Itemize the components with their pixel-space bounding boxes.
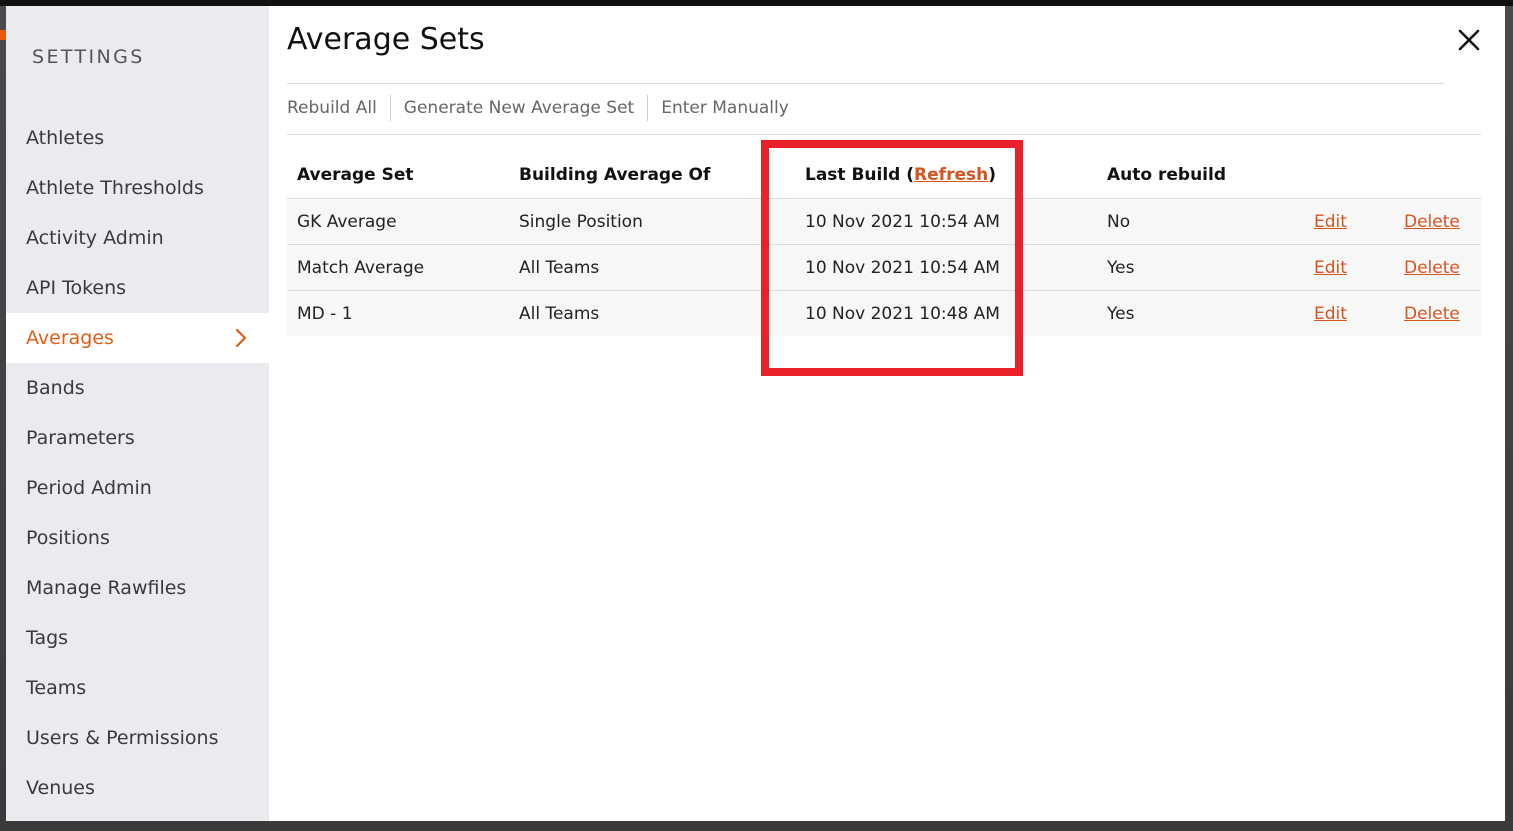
settings-sidebar: SETTINGS Athletes Athlete Thresholds Act… bbox=[6, 6, 269, 821]
toolbar-divider bbox=[287, 134, 1481, 135]
sidebar-item-label: Parameters bbox=[26, 427, 135, 449]
sidebar-item-positions[interactable]: Positions bbox=[6, 513, 269, 563]
sidebar-item-label: API Tokens bbox=[26, 277, 127, 299]
header-auto-rebuild: Auto rebuild bbox=[1097, 152, 1304, 199]
cell-last-build: 10 Nov 2021 10:54 AM bbox=[791, 244, 1097, 291]
cell-average-set: MD - 1 bbox=[287, 290, 509, 336]
sidebar-item-parameters[interactable]: Parameters bbox=[6, 413, 269, 463]
header-last-build-prefix: Last Build ( bbox=[805, 165, 915, 185]
title-divider bbox=[287, 83, 1444, 84]
page-title: Average Sets bbox=[287, 22, 485, 57]
cell-auto-rebuild: Yes bbox=[1097, 290, 1304, 336]
sidebar-item-period-admin[interactable]: Period Admin bbox=[6, 463, 269, 513]
sidebar-item-label: Bands bbox=[26, 377, 85, 399]
cell-edit: Edit bbox=[1304, 198, 1394, 245]
header-edit bbox=[1304, 152, 1394, 199]
sidebar-item-label: Period Admin bbox=[26, 477, 152, 499]
table-row: Match Average All Teams 10 Nov 2021 10:5… bbox=[287, 244, 1481, 291]
delete-link[interactable]: Delete bbox=[1404, 304, 1460, 324]
table-row: GK Average Single Position 10 Nov 2021 1… bbox=[287, 198, 1481, 245]
toolbar-separator bbox=[389, 95, 391, 121]
sidebar-title: SETTINGS bbox=[32, 46, 145, 68]
cell-average-set: GK Average bbox=[287, 198, 509, 245]
sidebar-item-api-tokens[interactable]: API Tokens bbox=[6, 263, 269, 313]
sidebar-item-label: Activity Admin bbox=[26, 227, 164, 249]
average-sets-table: Average Set Building Average Of Last Bui… bbox=[287, 152, 1481, 336]
enter-manually-button[interactable]: Enter Manually bbox=[661, 98, 789, 118]
edit-link[interactable]: Edit bbox=[1314, 304, 1347, 324]
cell-edit: Edit bbox=[1304, 290, 1394, 336]
header-last-build-suffix: ) bbox=[988, 165, 996, 185]
edit-link[interactable]: Edit bbox=[1314, 258, 1347, 278]
cell-auto-rebuild: No bbox=[1097, 198, 1304, 245]
delete-link[interactable]: Delete bbox=[1404, 258, 1460, 278]
sidebar-item-athletes[interactable]: Athletes bbox=[6, 113, 269, 163]
cell-delete: Delete bbox=[1394, 290, 1481, 336]
sidebar-item-teams[interactable]: Teams bbox=[6, 663, 269, 713]
sidebar-item-manage-rawfiles[interactable]: Manage Rawfiles bbox=[6, 563, 269, 613]
toolbar: Rebuild All Generate New Average Set Ent… bbox=[287, 94, 789, 122]
cell-edit: Edit bbox=[1304, 244, 1394, 291]
close-button[interactable] bbox=[1457, 28, 1481, 52]
chevron-right-icon bbox=[235, 313, 247, 363]
generate-new-average-set-button[interactable]: Generate New Average Set bbox=[404, 98, 634, 118]
cell-last-build: 10 Nov 2021 10:48 AM bbox=[791, 290, 1097, 336]
cell-building-average-of: All Teams bbox=[509, 290, 791, 336]
cell-delete: Delete bbox=[1394, 244, 1481, 291]
sidebar-item-venues[interactable]: Venues bbox=[6, 763, 269, 813]
delete-link[interactable]: Delete bbox=[1404, 212, 1460, 232]
refresh-link[interactable]: Refresh bbox=[914, 165, 988, 185]
header-building-average-of: Building Average Of bbox=[509, 152, 791, 199]
sidebar-item-label: Venues bbox=[26, 777, 95, 799]
cell-building-average-of: All Teams bbox=[509, 244, 791, 291]
close-icon bbox=[1458, 29, 1480, 51]
header-average-set: Average Set bbox=[287, 152, 509, 199]
sidebar-item-label: Averages bbox=[26, 327, 114, 349]
toolbar-separator bbox=[647, 95, 649, 121]
sidebar-item-label: Users & Permissions bbox=[26, 727, 219, 749]
sidebar-item-users-permissions[interactable]: Users & Permissions bbox=[6, 713, 269, 763]
header-last-build: Last Build (Refresh) bbox=[791, 152, 1097, 199]
header-delete bbox=[1394, 152, 1481, 199]
table-header-row: Average Set Building Average Of Last Bui… bbox=[287, 152, 1481, 199]
cell-last-build: 10 Nov 2021 10:54 AM bbox=[791, 198, 1097, 245]
cell-average-set: Match Average bbox=[287, 244, 509, 291]
sidebar-item-label: Athlete Thresholds bbox=[26, 177, 204, 199]
cell-building-average-of: Single Position bbox=[509, 198, 791, 245]
table-row: MD - 1 All Teams 10 Nov 2021 10:48 AM Ye… bbox=[287, 290, 1481, 336]
settings-modal: SETTINGS Athletes Athlete Thresholds Act… bbox=[6, 6, 1505, 821]
sidebar-item-label: Manage Rawfiles bbox=[26, 577, 187, 599]
sidebar-nav: Athletes Athlete Thresholds Activity Adm… bbox=[6, 113, 269, 813]
sidebar-item-averages[interactable]: Averages bbox=[6, 313, 269, 363]
sidebar-item-label: Athletes bbox=[26, 127, 105, 149]
sidebar-item-bands[interactable]: Bands bbox=[6, 363, 269, 413]
sidebar-item-label: Positions bbox=[26, 527, 110, 549]
main-panel: Average Sets Rebuild All Generate New Av… bbox=[269, 6, 1505, 821]
sidebar-item-label: Teams bbox=[26, 677, 87, 699]
sidebar-item-athlete-thresholds[interactable]: Athlete Thresholds bbox=[6, 163, 269, 213]
sidebar-item-label: Tags bbox=[26, 627, 69, 649]
cell-delete: Delete bbox=[1394, 198, 1481, 245]
sidebar-item-tags[interactable]: Tags bbox=[6, 613, 269, 663]
sidebar-item-activity-admin[interactable]: Activity Admin bbox=[6, 213, 269, 263]
edit-link[interactable]: Edit bbox=[1314, 212, 1347, 232]
cell-auto-rebuild: Yes bbox=[1097, 244, 1304, 291]
rebuild-all-button[interactable]: Rebuild All bbox=[287, 98, 377, 118]
